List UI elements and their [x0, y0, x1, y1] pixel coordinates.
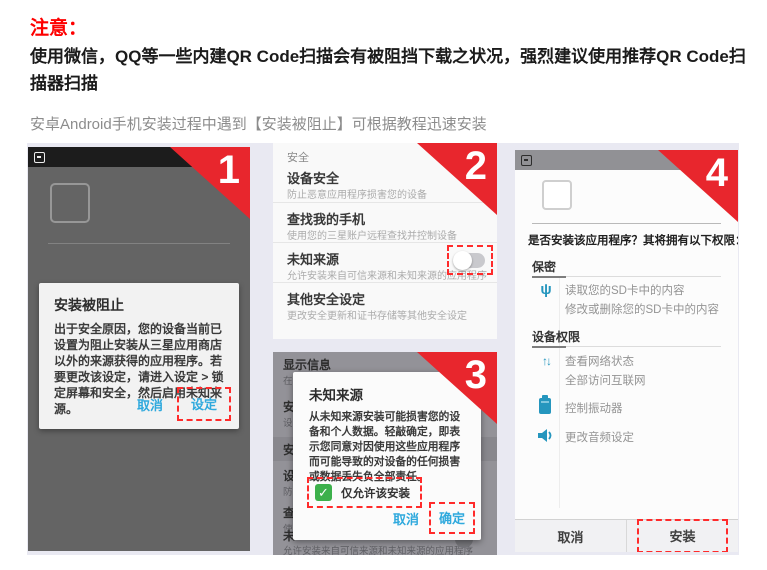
highlight-box: 确定	[429, 502, 475, 534]
app-icon-placeholder	[50, 183, 90, 223]
setting-subtitle: 防止恶意应用程序损害您的设备	[287, 186, 427, 201]
screen-icon	[521, 155, 532, 166]
install-question: 是否安装该应用程序？其将拥有以下权限：	[528, 232, 733, 248]
step-number: 4	[706, 150, 728, 196]
divider	[48, 243, 230, 244]
app-icon-placeholder	[542, 180, 572, 210]
cancel-button[interactable]: 取消	[137, 395, 163, 414]
network-arrows-icon: ↑↓	[535, 354, 557, 368]
setting-subtitle: 使用您的三星账户远程查找并控制设备	[287, 227, 457, 242]
section-device-perms: 设备权限	[532, 328, 580, 345]
cancel-button[interactable]: 取消	[557, 527, 583, 546]
section-divider	[532, 276, 721, 277]
settings-header: 安全	[287, 149, 309, 165]
setting-device-security[interactable]: 设备安全	[287, 168, 339, 187]
setting-other-security[interactable]: 其他安全设定	[287, 289, 365, 308]
setting-subtitle: 更改安全更新和证书存储等其他安全设定	[287, 307, 467, 322]
divider	[532, 223, 721, 224]
permission-text: 更改音频设定	[565, 429, 634, 445]
vibration-icon	[539, 398, 551, 414]
notice-label: 注意：	[30, 13, 87, 40]
permission-text: 控制振动器	[565, 400, 623, 416]
divider	[559, 278, 560, 508]
step-number: 2	[465, 143, 487, 189]
allow-once-checkbox[interactable]: ✓	[315, 484, 332, 501]
step-number: 3	[465, 352, 487, 398]
notice-subtitle: 安卓Android手机安装过程中遇到【安装被阻止】可根据教程迅速安装	[30, 113, 746, 134]
dialog-title: 安装被阻止	[54, 295, 124, 315]
install-blocked-dialog: 安装被阻止 出于安全原因，您的设备当前已设置为阻止安装从三星应用商店以外的来源获…	[39, 283, 239, 429]
bg-row-sub: 在	[283, 373, 293, 387]
tutorial-page: 注意： 使用微信，QQ等一些内建QR Code扫描会有被阻挡下载之状况，强烈建议…	[0, 0, 767, 570]
screen-icon	[34, 152, 45, 163]
permission-text: 读取您的SD卡中的内容	[565, 282, 684, 298]
cancel-button[interactable]: 取消	[393, 509, 419, 528]
permission-text: 修改或删除您的SD卡中的内容	[565, 301, 719, 317]
bg-row-sub: 允许安装来自可信来源和未知来源的应用程序	[283, 543, 473, 555]
screenshot-step3: 显示信息 在 安 设 安 设 防 查 使 未 允许安装来自可信来源和未知来源的应…	[273, 352, 497, 555]
screenshot-collage: 1 4G 7:4 安装被阻止 出于安全原因，您的设备当前已设置为阻止安装从三星应…	[27, 143, 739, 555]
dialog-button-bar: 取消 安装	[515, 519, 738, 552]
highlight-box	[447, 245, 493, 275]
screenshot-step1: 1 4G 7:4 安装被阻止 出于安全原因，您的设备当前已设置为阻止安装从三星应…	[28, 147, 250, 551]
dialog-title: 未知来源	[309, 384, 363, 404]
usb-icon: ψ	[535, 282, 557, 298]
permission-text: 全部访问互联网	[565, 372, 646, 388]
permission-text: 查看网络状态	[565, 353, 634, 369]
section-privacy: 保密	[532, 258, 556, 275]
notice-body: 使用微信，QQ等一些内建QR Code扫描会有被阻挡下载之状况，强烈建议使用推荐…	[30, 43, 746, 97]
step-number: 1	[218, 147, 240, 193]
highlight-box: 设定	[177, 387, 231, 421]
settings-button[interactable]: 设定	[191, 394, 217, 413]
divider	[273, 282, 497, 283]
bg-row-sub: 防	[283, 484, 293, 498]
divider	[273, 242, 497, 243]
bg-row-title: 显示信息	[283, 356, 331, 373]
checkbox-label: 仅允许该安装	[341, 485, 410, 501]
bg-row-sub: 设	[283, 415, 293, 429]
screenshot-step4: 1 4G 7:4 是否安装该应用程序？其将拥有以下权限： 保密 ψ 读取您的SD…	[515, 150, 738, 552]
audio-icon	[535, 428, 557, 448]
setting-unknown-sources[interactable]: 未知来源	[287, 249, 339, 268]
install-button[interactable]: 安装	[669, 526, 695, 545]
screenshot-step2: 安全 设备安全 防止恶意应用程序损害您的设备 查找我的手机 使用您的三星账户远程…	[273, 143, 497, 339]
ok-button[interactable]: 确定	[439, 508, 465, 527]
section-divider	[532, 346, 721, 347]
highlight-box: 安装	[637, 519, 727, 552]
setting-find-my-phone[interactable]: 查找我的手机	[287, 209, 365, 228]
